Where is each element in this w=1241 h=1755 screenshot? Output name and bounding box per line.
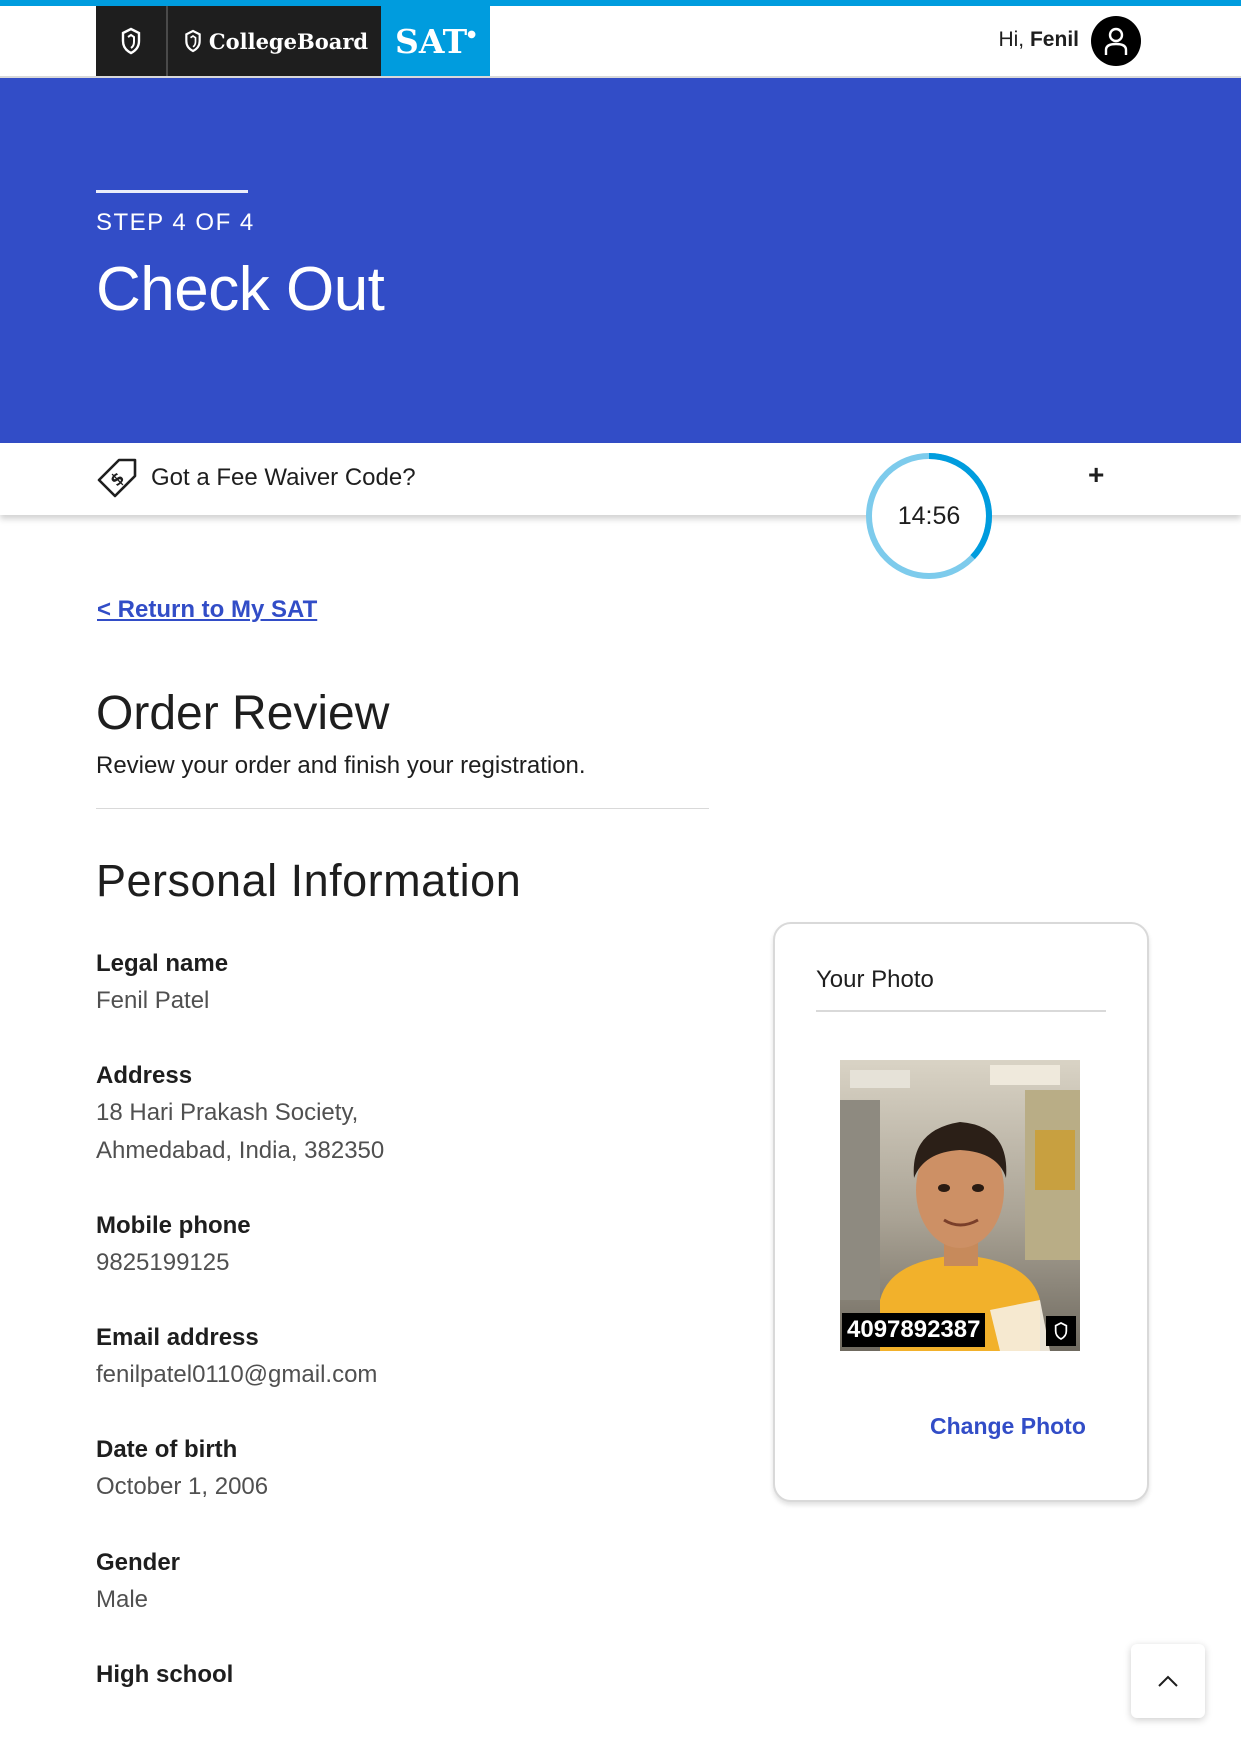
gender-label: Gender	[96, 1549, 181, 1576]
greeting-text: Hi,	[998, 28, 1025, 51]
personal-info-heading: Personal Information	[96, 855, 522, 906]
step-banner: STEP 4 OF 4 Check Out	[0, 78, 1241, 443]
product-name: SAT	[395, 21, 468, 61]
step-indicator: STEP 4 OF 4	[96, 209, 255, 236]
acorn-icon	[185, 29, 201, 53]
acorn-icon	[1046, 1316, 1076, 1346]
mobile-value: 9825199125	[96, 1249, 230, 1276]
user-greeting: Hi, Fenil	[998, 28, 1079, 52]
account-menu-button[interactable]	[1091, 16, 1141, 66]
banner-rule	[96, 190, 248, 193]
photo-id-number: 4097892387	[842, 1313, 986, 1347]
back-to-top-button[interactable]	[1131, 1644, 1205, 1718]
brand-name: CollegeBoard	[208, 28, 369, 54]
photo-card-title: Your Photo	[816, 966, 934, 993]
fee-waiver-label[interactable]: Got a Fee Waiver Code?	[151, 464, 416, 492]
timer-value: 14:56	[897, 501, 961, 530]
address-line1: 18 Hari Prakash Society,	[96, 1099, 359, 1126]
site-header: CollegeBoard SAT ● Hi, Fenil	[0, 6, 1241, 78]
change-photo-link[interactable]: Change Photo	[930, 1413, 1086, 1440]
photo-card-rule	[816, 1010, 1106, 1012]
dob-label: Date of birth	[96, 1436, 238, 1463]
chevron-up-icon	[1158, 1675, 1178, 1687]
collegeboard-logo[interactable]: CollegeBoard	[166, 6, 383, 76]
address-line2: Ahmedabad, India, 382350	[96, 1137, 385, 1164]
return-link[interactable]: < Return to My SAT	[97, 596, 317, 624]
dob-value: October 1, 2006	[96, 1473, 269, 1500]
home-logo[interactable]	[96, 6, 166, 76]
mobile-label: Mobile phone	[96, 1212, 251, 1239]
legal-name-value: Fenil Patel	[96, 987, 210, 1014]
price-tag-icon: $	[97, 458, 137, 498]
session-timer: 14:56	[864, 451, 994, 581]
svg-text:$: $	[106, 468, 129, 491]
photo-card: Your Photo 4097892387 Change Photo	[773, 922, 1149, 1502]
address-label: Address	[96, 1062, 193, 1089]
page-title: Check Out	[96, 255, 385, 324]
email-value: fenilpatel0110@gmail.com	[96, 1361, 378, 1388]
high-school-label: High school	[96, 1661, 234, 1688]
expand-plus-icon[interactable]: +	[1088, 459, 1104, 491]
user-icon	[1104, 27, 1128, 55]
order-review-subtext: Review your order and finish your regist…	[96, 752, 586, 779]
registered-mark: ●	[467, 28, 476, 40]
student-photo: 4097892387	[840, 1060, 1080, 1351]
fee-waiver-bar[interactable]: $ Got a Fee Waiver Code? +	[0, 443, 1241, 515]
user-name: Fenil	[1029, 28, 1079, 51]
legal-name-label: Legal name	[96, 950, 229, 977]
sat-logo[interactable]: SAT ●	[381, 6, 490, 76]
student-portrait	[840, 1060, 1080, 1351]
section-divider	[96, 808, 709, 809]
acorn-icon	[121, 27, 141, 55]
gender-value: Male	[96, 1586, 149, 1613]
order-review-heading: Order Review	[96, 687, 390, 740]
email-label: Email address	[96, 1324, 259, 1351]
